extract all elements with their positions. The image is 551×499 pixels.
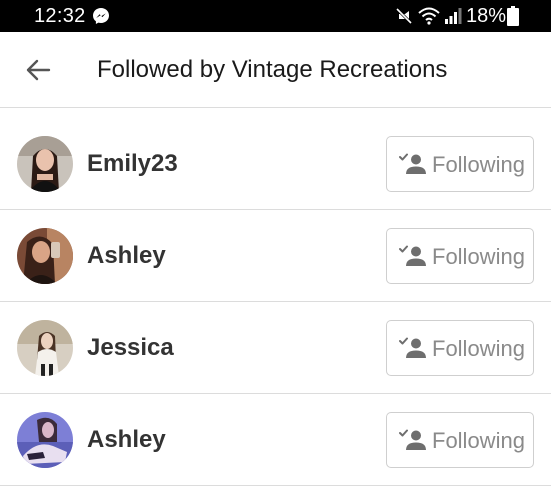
following-button[interactable]: Following bbox=[386, 136, 534, 192]
list-item[interactable]: Emily23 Following bbox=[0, 118, 551, 210]
username[interactable]: Ashley bbox=[87, 240, 166, 272]
following-label: Following bbox=[432, 244, 525, 269]
username[interactable]: Jessica bbox=[87, 332, 174, 364]
following-label: Following bbox=[432, 428, 525, 453]
list-item[interactable]: Jessica Following bbox=[0, 302, 551, 394]
back-button[interactable] bbox=[18, 50, 58, 90]
screen: 12:32 18% Followed by Vintage Recreation… bbox=[0, 0, 551, 499]
mute-icon bbox=[394, 6, 414, 26]
list-item[interactable]: Ashley Following bbox=[0, 210, 551, 302]
person-check-icon bbox=[399, 245, 426, 266]
messenger-icon bbox=[92, 7, 110, 25]
status-time: 12:32 bbox=[34, 5, 86, 27]
avatar[interactable] bbox=[17, 136, 73, 192]
following-button[interactable]: Following bbox=[386, 228, 534, 284]
battery-percent: 18% bbox=[466, 5, 507, 27]
following-label: Following bbox=[432, 152, 525, 177]
list-item[interactable]: Ashley Following bbox=[0, 394, 551, 486]
person-check-icon bbox=[399, 153, 426, 174]
signal-icon bbox=[444, 7, 462, 25]
person-check-icon bbox=[399, 337, 426, 358]
avatar[interactable] bbox=[17, 412, 73, 468]
username[interactable]: Ashley bbox=[87, 424, 166, 456]
following-label: Following bbox=[432, 336, 525, 361]
wifi-icon bbox=[418, 6, 440, 26]
avatar[interactable] bbox=[17, 228, 73, 284]
follow-list: Emily23 Following Ashley Following Jessi… bbox=[0, 118, 551, 486]
avatar[interactable] bbox=[17, 320, 73, 376]
page-title: Followed by Vintage Recreations bbox=[97, 56, 448, 83]
battery-icon bbox=[507, 6, 519, 26]
person-check-icon bbox=[399, 429, 426, 450]
status-bar: 12:32 18% bbox=[0, 0, 551, 32]
following-button[interactable]: Following bbox=[386, 320, 534, 376]
arrow-left-icon bbox=[26, 59, 51, 81]
app-header: Followed by Vintage Recreations bbox=[0, 32, 551, 108]
following-button[interactable]: Following bbox=[386, 412, 534, 468]
username[interactable]: Emily23 bbox=[87, 148, 178, 180]
